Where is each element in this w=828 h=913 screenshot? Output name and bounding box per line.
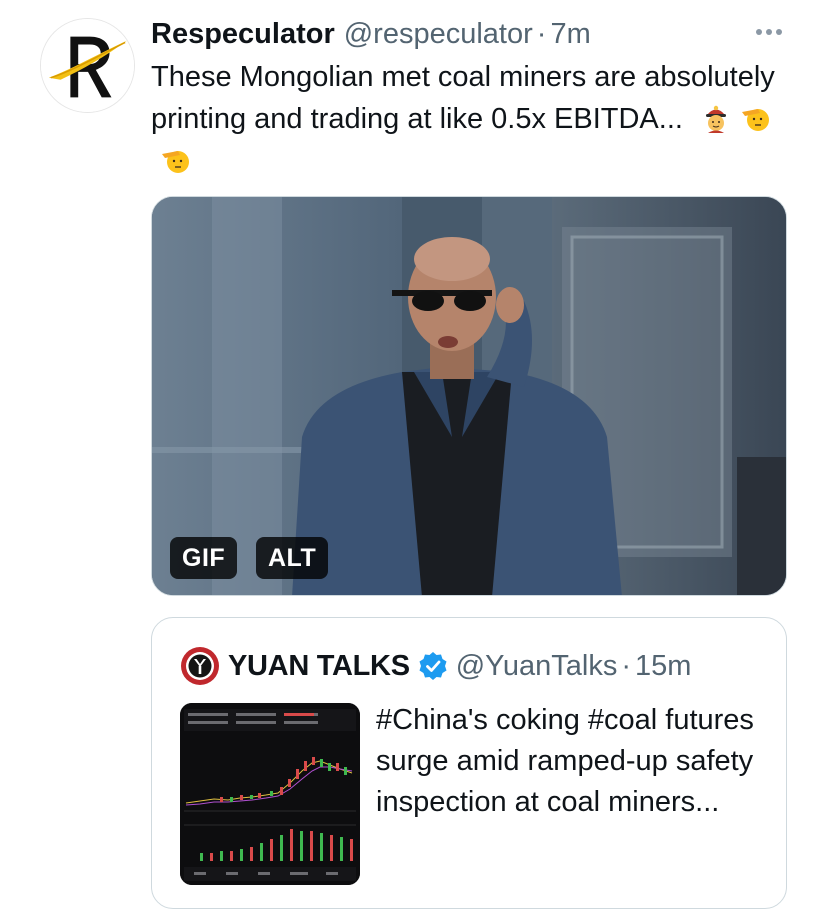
dot-icon xyxy=(756,29,762,35)
author-avatar[interactable] xyxy=(40,18,135,113)
separator: · xyxy=(621,649,632,682)
dot-icon xyxy=(766,29,772,35)
saluting-face-emoji xyxy=(741,102,771,134)
author-handle[interactable]: @respeculator xyxy=(344,14,533,54)
quoted-tweet-thumbnail[interactable] xyxy=(180,703,360,885)
alt-text-button[interactable]: ALT xyxy=(256,537,329,579)
gif-badge: GIF xyxy=(170,537,238,579)
quoted-timestamp[interactable]: 15m xyxy=(635,650,691,683)
timestamp[interactable]: 7m xyxy=(550,14,590,54)
quoted-author-name[interactable]: YUAN TALKS xyxy=(228,650,410,683)
author-name[interactable]: Respeculator xyxy=(151,14,335,54)
tweet-header: Respeculator @respeculator · 7m xyxy=(151,14,591,54)
gif-frame-image xyxy=(152,197,786,595)
tweet-text: These Mongolian met coal miners are abso… xyxy=(151,56,781,182)
quoted-tweet-header: YUAN TALKS @YuanTalks · 15m xyxy=(180,646,691,686)
man-with-chinese-cap-emoji xyxy=(701,102,731,134)
quoted-tweet-card[interactable]: YUAN TALKS @YuanTalks · 15m #China's cok… xyxy=(151,617,787,909)
quoted-tweet-text: #China's coking #coal futures surge amid… xyxy=(376,704,754,818)
gif-media[interactable] xyxy=(151,196,787,596)
separator: · xyxy=(536,18,547,50)
verified-badge-icon xyxy=(418,651,448,681)
quoted-author-avatar[interactable] xyxy=(180,646,220,686)
tweet[interactable]: Respeculator @respeculator · 7m These Mo… xyxy=(0,0,828,913)
tweet-body: These Mongolian met coal miners are abso… xyxy=(151,61,775,135)
more-options-button[interactable] xyxy=(752,18,786,46)
dot-icon xyxy=(776,29,782,35)
futures-chart-thumbnail-image xyxy=(180,703,360,885)
saluting-face-emoji xyxy=(161,144,191,176)
quoted-author-handle[interactable]: @YuanTalks xyxy=(456,650,618,683)
